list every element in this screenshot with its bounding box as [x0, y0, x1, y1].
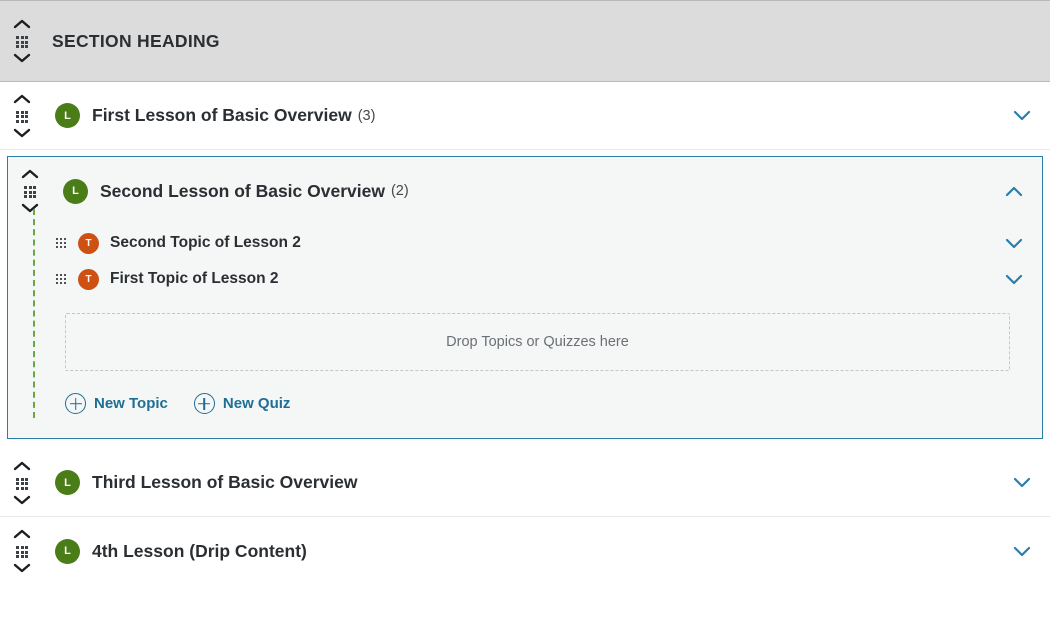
- lesson-title: First Lesson of Basic Overview: [92, 105, 352, 126]
- section-title: SECTION HEADING: [44, 31, 220, 52]
- lesson-row[interactable]: L Second Lesson of Basic Overview (2): [8, 157, 1042, 225]
- lesson-panel-expanded[interactable]: L Second Lesson of Basic Overview (2) T …: [7, 156, 1043, 439]
- topic-title: First Topic of Lesson 2: [110, 270, 279, 288]
- plus-circle-icon: [65, 393, 86, 414]
- lesson-badge: L: [55, 470, 80, 495]
- lesson-children: T Second Topic of Lesson 2 T First Topic…: [8, 225, 1042, 438]
- chevron-down-icon[interactable]: [11, 493, 33, 509]
- lesson-row[interactable]: L First Lesson of Basic Overview (3): [0, 82, 1050, 150]
- topic-expand-toggle[interactable]: [994, 272, 1034, 287]
- chevron-up-icon[interactable]: [11, 527, 33, 543]
- lesson-expand-toggle[interactable]: [1002, 108, 1042, 123]
- chevron-up-icon[interactable]: [11, 459, 33, 475]
- lesson-badge: L: [55, 539, 80, 564]
- new-topic-label: New Topic: [94, 395, 168, 412]
- drag-handle-icon[interactable]: [14, 546, 30, 558]
- chevron-up-icon[interactable]: [11, 17, 33, 33]
- dropzone-label: Drop Topics or Quizzes here: [446, 334, 629, 350]
- chevron-down-icon[interactable]: [11, 51, 33, 67]
- lesson-reorder-controls: [0, 457, 44, 509]
- drag-handle-icon[interactable]: [54, 274, 68, 285]
- topic-badge: T: [78, 269, 99, 290]
- course-builder: SECTION HEADING L First Lesson of Basic …: [0, 0, 1050, 585]
- lesson-item-count: (3): [358, 108, 376, 124]
- lesson-title: Third Lesson of Basic Overview: [92, 472, 358, 493]
- new-quiz-button[interactable]: New Quiz: [194, 393, 291, 414]
- drag-handle-icon[interactable]: [14, 111, 30, 123]
- lesson-reorder-controls: [0, 525, 44, 577]
- lesson-collapse-toggle[interactable]: [994, 184, 1034, 199]
- lesson-badge: L: [63, 179, 88, 204]
- drag-handle-icon[interactable]: [14, 36, 30, 48]
- lesson-expand-toggle[interactable]: [1002, 475, 1042, 490]
- lesson-title: 4th Lesson (Drip Content): [92, 541, 307, 562]
- topic-title: Second Topic of Lesson 2: [110, 234, 301, 252]
- new-topic-button[interactable]: New Topic: [65, 393, 168, 414]
- topic-row[interactable]: T First Topic of Lesson 2: [8, 261, 1042, 297]
- new-quiz-label: New Quiz: [223, 395, 291, 412]
- row-gap: [0, 439, 1050, 449]
- drag-handle-icon[interactable]: [22, 186, 38, 198]
- lesson-badge: L: [55, 103, 80, 128]
- section-heading-row[interactable]: SECTION HEADING: [0, 0, 1050, 82]
- topic-row[interactable]: T Second Topic of Lesson 2: [8, 225, 1042, 261]
- chevron-up-icon[interactable]: [19, 167, 41, 183]
- lesson-row[interactable]: L 4th Lesson (Drip Content): [0, 517, 1050, 585]
- dropzone[interactable]: Drop Topics or Quizzes here: [65, 313, 1010, 371]
- chevron-up-icon[interactable]: [11, 92, 33, 108]
- topic-expand-toggle[interactable]: [994, 236, 1034, 251]
- lesson-item-count: (2): [391, 183, 409, 199]
- lesson-expand-toggle[interactable]: [1002, 544, 1042, 559]
- lesson-row[interactable]: L Third Lesson of Basic Overview: [0, 449, 1050, 517]
- chevron-down-icon[interactable]: [19, 201, 41, 217]
- chevron-down-icon[interactable]: [11, 126, 33, 142]
- chevron-down-icon[interactable]: [11, 561, 33, 577]
- lesson-actions: New Topic New Quiz: [65, 393, 1042, 414]
- topic-badge: T: [78, 233, 99, 254]
- lesson-title: Second Lesson of Basic Overview: [100, 181, 385, 202]
- lesson-reorder-controls: [0, 90, 44, 142]
- drag-handle-icon[interactable]: [14, 478, 30, 490]
- lesson-reorder-controls: [8, 165, 52, 217]
- drag-handle-icon[interactable]: [54, 238, 68, 249]
- plus-circle-icon: [194, 393, 215, 414]
- section-reorder-controls: [0, 15, 44, 67]
